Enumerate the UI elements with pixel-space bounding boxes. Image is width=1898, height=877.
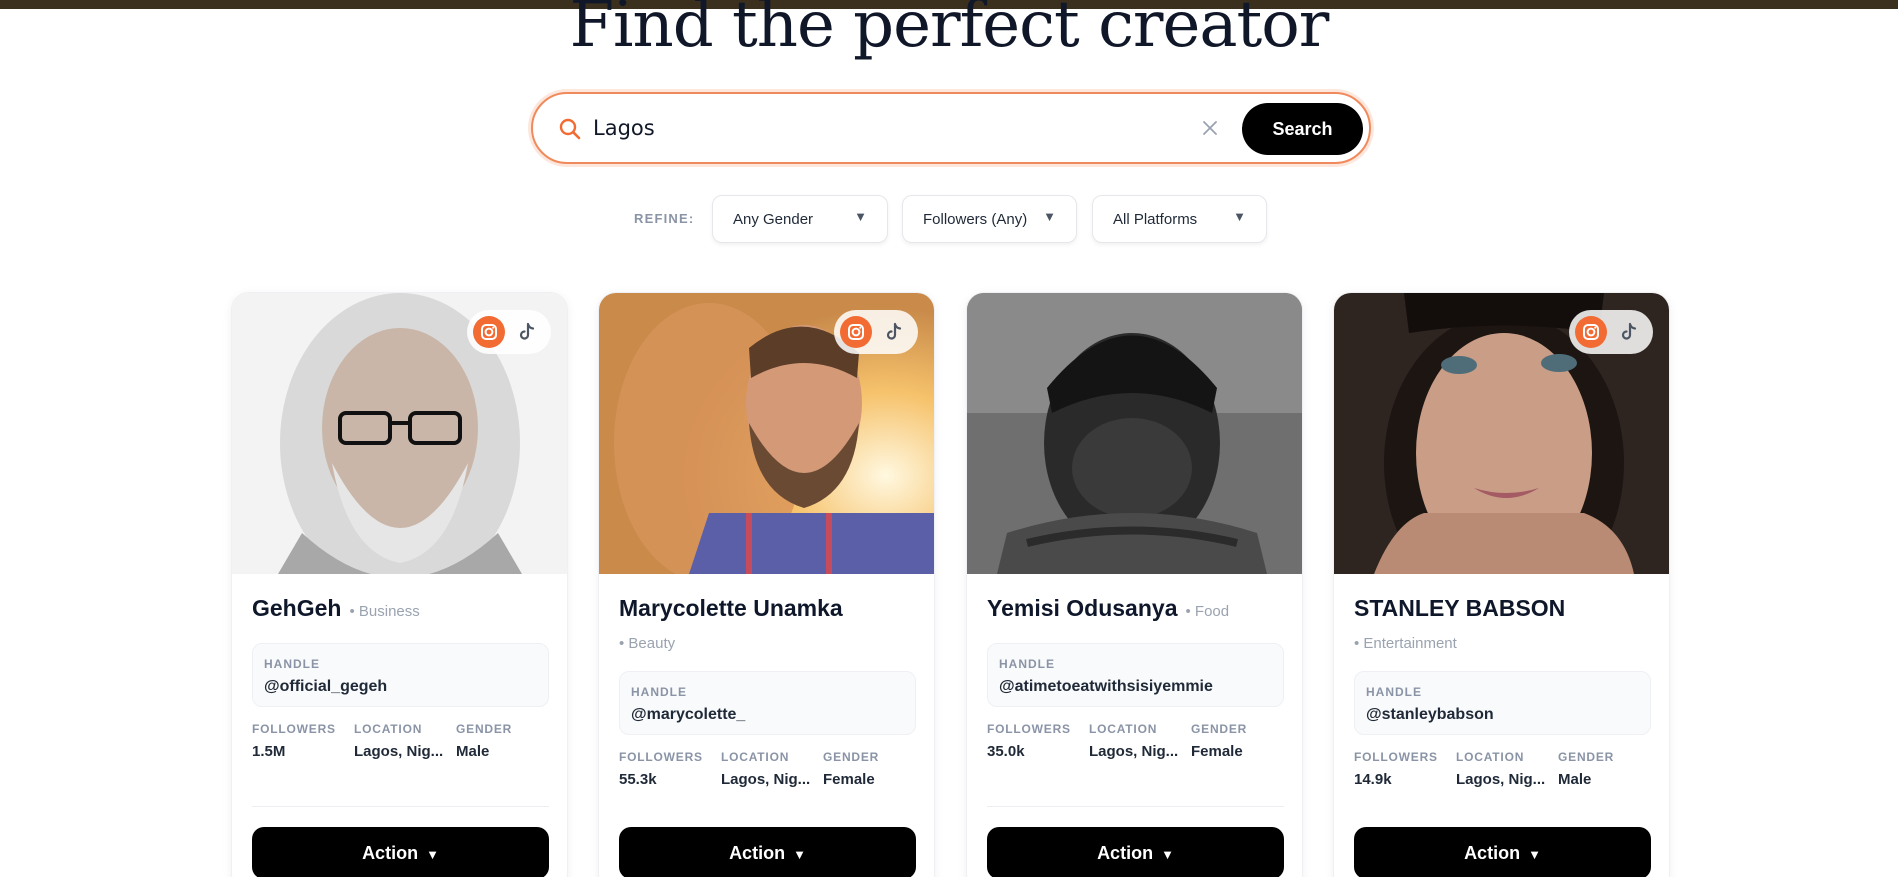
chevron-down-icon: ▼ [1233,209,1246,224]
action-label: Action [362,842,419,863]
handle-value: @official_gegeh [264,678,388,695]
creator-name-line: STANLEY BABSON [1354,595,1651,622]
gender-label: GENDER [1558,750,1615,764]
instagram-icon [840,316,872,348]
page-title: Find the perfect creator [569,0,1330,62]
platform-badges [834,310,918,354]
creator-name: STANLEY BABSON [1354,595,1566,621]
action-button[interactable]: Action ▼ [1354,827,1651,877]
gender-value: Male [456,743,490,760]
creator-photo [967,293,1302,574]
location-value: Lagos, Nig... [354,743,444,760]
handle-label: HANDLE [264,657,320,671]
followers-filter-label: Followers (Any) [923,211,1028,228]
location-label: LOCATION [721,750,790,764]
handle-value: @atimetoeatwithsisiyemmie [999,678,1213,695]
platform-badges [1569,310,1653,354]
tiktok-icon [1621,322,1637,340]
action-button[interactable]: Action ▼ [987,827,1284,877]
action-label: Action [729,842,786,863]
divider [252,806,549,807]
platforms-filter-label: All Platforms [1113,211,1198,228]
followers-value: 35.0k [987,743,1025,760]
instagram-icon [473,316,505,348]
location-label: LOCATION [1089,722,1158,736]
clear-icon[interactable] [1199,117,1221,139]
handle-label: HANDLE [1366,685,1422,699]
platforms-filter[interactable]: All Platforms ▼ [1092,195,1267,243]
handle-label: HANDLE [999,657,1055,671]
creator-name-line: Marycolette Unamka [619,595,916,622]
followers-value: 1.5M [252,743,286,760]
handle-box: HANDLE @official_gegeh [252,643,549,707]
action-label: Action [1464,842,1521,863]
creator-category: • Food [1185,603,1230,620]
handle-value: @stanleybabson [1366,706,1494,723]
gender-label: GENDER [456,722,513,736]
creator-category: • Beauty [619,635,676,652]
tiktok-icon [886,322,902,340]
followers-label: FOLLOWERS [619,750,703,764]
chevron-down-icon: ▼ [1528,846,1541,862]
followers-label: FOLLOWERS [987,722,1071,736]
creator-card[interactable]: STANLEY BABSON • Entertainment HANDLE @s… [1333,292,1670,877]
location-label: LOCATION [354,722,423,736]
creator-category: • Business [349,603,420,620]
followers-filter[interactable]: Followers (Any) ▼ [902,195,1077,243]
followers-label: FOLLOWERS [1354,750,1438,764]
creator-category: • Entertainment [1354,635,1457,652]
action-button[interactable]: Action ▼ [252,827,549,877]
handle-value: @marycolette_ [631,706,746,723]
creator-stats: FOLLOWERS 55.3k LOCATION Lagos, Nig... GEN… [619,750,916,790]
chevron-down-icon: ▼ [1161,846,1174,862]
search-input[interactable] [593,110,1193,146]
search-bar: Search [531,92,1371,164]
chevron-down-icon: ▼ [1043,209,1056,224]
creator-name: GehGeh [252,595,342,621]
gender-filter[interactable]: Any Gender ▼ [712,195,888,243]
creator-card[interactable]: GehGeh • Business HANDLE @official_gegeh … [231,292,568,877]
gender-label: GENDER [1191,722,1248,736]
gender-label: GENDER [823,750,880,764]
action-label: Action [1097,842,1154,863]
creator-card[interactable]: Yemisi Odusanya • Food HANDLE @atimetoeat… [966,292,1303,877]
creator-name: Marycolette Unamka [619,595,843,621]
location-value: Lagos, Nig... [1089,743,1179,760]
followers-value: 55.3k [619,771,657,788]
creator-name: Yemisi Odusanya [987,595,1178,621]
chevron-down-icon: ▼ [854,209,867,224]
handle-box: HANDLE @atimetoeatwithsisiyemmie [987,643,1284,707]
followers-label: FOLLOWERS [252,722,336,736]
gender-value: Female [823,771,875,788]
followers-value: 14.9k [1354,771,1392,788]
chevron-down-icon: ▼ [426,846,439,862]
creator-name-line: GehGeh • Business [252,595,549,622]
handle-box: HANDLE @stanleybabson [1354,671,1651,735]
action-button[interactable]: Action ▼ [619,827,916,877]
refine-label: REFINE: [634,211,695,226]
instagram-icon [1575,316,1607,348]
location-label: LOCATION [1456,750,1525,764]
gender-value: Female [1191,743,1243,760]
location-value: Lagos, Nig... [1456,771,1546,788]
creator-stats: FOLLOWERS 1.5M LOCATION Lagos, Nig... GEND… [252,722,549,762]
creator-name-line: Yemisi Odusanya • Food [987,595,1284,622]
platform-badges [467,310,551,354]
location-value: Lagos, Nig... [721,771,811,788]
handle-label: HANDLE [631,685,687,699]
tiktok-icon [519,322,535,340]
gender-value: Male [1558,771,1592,788]
gender-filter-label: Any Gender [733,211,814,228]
search-icon [559,118,581,140]
creator-stats: FOLLOWERS 14.9k LOCATION Lagos, Nig... GEN… [1354,750,1651,790]
creator-card[interactable]: Marycolette Unamka • Beauty HANDLE @mary… [598,292,935,877]
creator-stats: FOLLOWERS 35.0k LOCATION Lagos, Nig... GEN… [987,722,1284,762]
divider [987,806,1284,807]
handle-box: HANDLE @marycolette_ [619,671,916,735]
chevron-down-icon: ▼ [793,846,806,862]
search-button[interactable]: Search [1242,103,1363,155]
